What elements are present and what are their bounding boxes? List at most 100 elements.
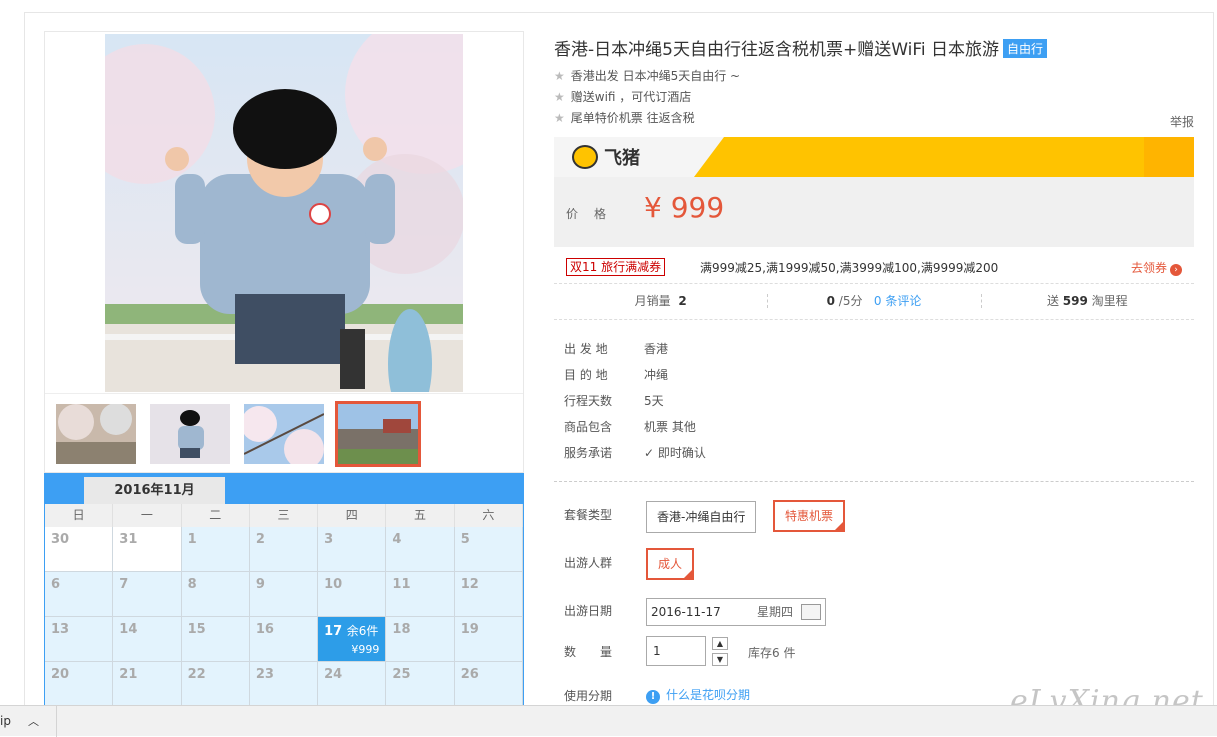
date-weekday: 星期四 [756, 605, 793, 619]
thumbnail-2[interactable] [150, 404, 230, 464]
feature-text: 尾单特价机票 往返含税 [570, 111, 695, 125]
calendar-icon[interactable] [801, 604, 821, 620]
calendar-day[interactable]: 6 [45, 572, 114, 617]
brand-banner: 飞猪 [554, 137, 1194, 177]
selected-day-number: 17 [324, 624, 343, 639]
monthly-sales-label: 月销量 [634, 294, 671, 308]
info-row-days: 行程天数 5天 [564, 392, 664, 409]
calendar-month-tab[interactable]: 2016年11月 [84, 477, 225, 504]
calendar-grid: 30 31 1 2 3 4 5 6 7 8 9 10 11 12 13 14 1… [45, 527, 523, 707]
departure-calendar: 2016年11月 日 一 二 三 四 五 六 30 31 1 2 3 4 5 6… [44, 473, 524, 713]
calendar-day[interactable]: 3 [318, 527, 387, 572]
date-value: 2016-11-17 [651, 605, 721, 619]
miles-reward: 送 599 淘里程 [980, 284, 1194, 319]
info-icon: ! [646, 690, 660, 704]
calendar-weekday-header: 日 一 二 三 四 五 六 [45, 504, 523, 527]
calendar-day[interactable]: 15 [181, 617, 250, 662]
thumbnail-3[interactable] [244, 404, 324, 464]
service-text: 即时确认 [657, 446, 706, 460]
package-option[interactable]: 香港-冲绳自由行 [646, 501, 757, 533]
monthly-sales: 月销量 2 [554, 284, 767, 319]
star-icon: ★ [554, 90, 565, 104]
feature-item: ★ 香港出发 日本冲绳5天自由行 ~ [554, 67, 740, 84]
calendar-day[interactable]: 18 [386, 617, 455, 662]
package-option-selected[interactable]: 特惠机票 [773, 500, 846, 532]
get-coupon-link[interactable]: 去领券 › [1131, 259, 1182, 276]
pig-logo-icon [572, 145, 598, 169]
calendar-day-selected[interactable]: 17 余6件 ¥999 [318, 617, 387, 662]
price-value: ¥ 999 [644, 191, 725, 224]
feature-text: 香港出发 日本冲绳5天自由行 ~ [570, 69, 741, 83]
weekday-label: 一 [113, 504, 182, 527]
calendar-day[interactable]: 13 [45, 617, 114, 662]
info-key: 行程天数 [564, 394, 613, 408]
installment-label: 使用分期 [564, 689, 613, 703]
image-gallery [44, 31, 524, 473]
installment-info-link[interactable]: ! 什么是花呗分期 [646, 686, 750, 704]
miles-suffix: 淘里程 [1091, 294, 1128, 308]
info-row-destination: 目 的 地 冲绳 [564, 366, 668, 383]
section-divider [554, 481, 1194, 482]
rating: 0 /5分 0 条评论 [767, 284, 980, 319]
travel-date-input[interactable]: 2016-11-17 星期四 [646, 598, 826, 626]
calendar-day[interactable]: 23 [249, 662, 319, 707]
arrow-right-icon: › [1170, 264, 1182, 276]
banner-stripe [694, 137, 1194, 177]
weekday-label: 五 [386, 504, 455, 527]
info-key: 商品包含 [564, 420, 613, 434]
calendar-day[interactable]: 8 [181, 572, 250, 617]
travel-date-label: 出游日期 [564, 604, 613, 618]
thumbnail-4[interactable] [335, 401, 421, 467]
calendar-day[interactable]: 2 [249, 527, 319, 572]
thumbnail-1[interactable] [56, 404, 136, 464]
product-title-text: 香港-日本冲绳5天自由行往返含税机票+赠送WiFi 日本旅游 [554, 40, 1000, 60]
rating-suffix: /5分 [838, 294, 863, 308]
miles-prefix: 送 [1046, 294, 1059, 308]
info-key: 服务承诺 [564, 446, 613, 460]
calendar-day[interactable]: 7 [113, 572, 182, 617]
download-item-label: ip [0, 714, 11, 728]
info-value: 5天 [644, 394, 664, 408]
calendar-day[interactable]: 11 [386, 572, 455, 617]
chevron-up-icon[interactable]: ︿ [28, 706, 39, 737]
quantity-increment-button[interactable]: ▲ [712, 637, 728, 650]
calendar-day[interactable]: 5 [454, 527, 523, 572]
calendar-day[interactable]: 1 [181, 527, 250, 572]
report-link[interactable]: 举报 [1170, 113, 1194, 130]
info-row-includes: 商品包含 机票 其他 [564, 418, 696, 435]
banner-stripe-end [1144, 137, 1194, 177]
download-item[interactable]: ip ︿ [0, 706, 57, 737]
calendar-day[interactable]: 19 [454, 617, 523, 662]
calendar-day[interactable]: 9 [249, 572, 319, 617]
calendar-day[interactable]: 10 [318, 572, 387, 617]
calendar-day[interactable]: 21 [113, 662, 182, 707]
quantity-input[interactable]: 1 [646, 636, 706, 666]
calendar-day: 31 [113, 527, 182, 572]
calendar-day[interactable]: 4 [386, 527, 455, 572]
traveler-group-option-selected[interactable]: 成人 [646, 548, 695, 580]
get-coupon-label: 去领券 [1130, 261, 1167, 275]
calendar-day[interactable]: 14 [113, 617, 182, 662]
coupon-text: 满999减25,满1999减50,满3999减100,满9999减200 [700, 261, 999, 275]
weekday-label: 二 [182, 504, 250, 527]
weekday-label: 六 [455, 504, 523, 527]
reviews-link[interactable]: 0 条评论 [874, 294, 921, 308]
calendar-day[interactable]: 16 [249, 617, 319, 662]
info-row-departure: 出 发 地 香港 [564, 340, 668, 357]
main-product-photo[interactable] [105, 34, 463, 392]
calendar-day[interactable]: 20 [45, 662, 114, 707]
rating-value: 0 [826, 294, 835, 308]
calendar-day[interactable]: 25 [386, 662, 455, 707]
feature-text: 赠送wifi ，可代订酒店 [570, 90, 692, 104]
calendar-day[interactable]: 24 [318, 662, 387, 707]
calendar-day[interactable]: 12 [454, 572, 523, 617]
thumbnail-strip [45, 393, 523, 473]
calendar-day[interactable]: 22 [181, 662, 250, 707]
calendar-day[interactable]: 26 [454, 662, 523, 707]
selected-day-remain: 余6件 [346, 624, 379, 638]
info-value: 香港 [644, 342, 669, 356]
quantity-decrement-button[interactable]: ▼ [712, 653, 728, 666]
calendar-day: 30 [45, 527, 114, 572]
stats-bar: 月销量 2 0 /5分 0 条评论 送 599 淘里程 [554, 284, 1194, 320]
miles-value: 599 [1062, 294, 1088, 308]
